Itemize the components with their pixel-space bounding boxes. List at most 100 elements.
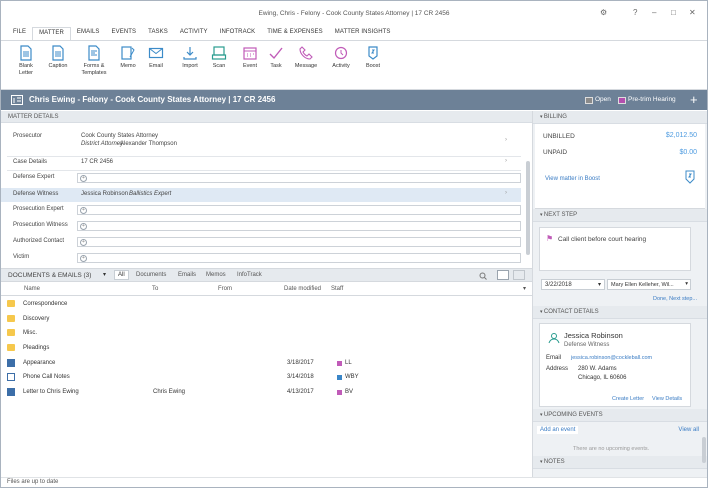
notes-heading[interactable]: ▾ NOTES <box>533 456 707 469</box>
create-letter-link[interactable]: Create Letter <box>612 396 644 402</box>
contact-email-link[interactable]: jessica.robinson@cockleball.com <box>571 355 652 361</box>
next-step-date[interactable]: 3/22/2018 ▾ <box>541 279 605 290</box>
next-step-heading[interactable]: ▾ NEXT STEP <box>533 209 707 222</box>
view-in-boost-link[interactable]: View matter in Boost <box>545 176 600 182</box>
forms-templates-button[interactable]: Forms & Templates <box>77 45 111 77</box>
folder-name: Pleadings <box>23 345 50 351</box>
matter-title: Chris Ewing - Felony - Cook County State… <box>29 95 276 104</box>
column-to[interactable]: To <box>152 286 158 292</box>
authorized-contact-field[interactable]: + <box>77 237 521 247</box>
caption-button[interactable]: Caption <box>43 45 73 70</box>
tab-matter-insights[interactable]: MATTER INSIGHTS <box>329 27 397 39</box>
tab-file[interactable]: FILE <box>7 27 32 39</box>
blank-letter-button[interactable]: Blank Letter <box>11 45 41 77</box>
filter-documents[interactable]: Documents <box>136 272 166 278</box>
tab-tasks[interactable]: TASKS <box>142 27 174 39</box>
table-row[interactable]: Appearance 3/18/2017 LL <box>7 356 531 370</box>
next-step-box[interactable]: ⚑ Call client before court hearing <box>539 227 691 271</box>
add-contact-icon[interactable]: + <box>80 207 87 214</box>
settings-icon[interactable]: ⚙ <box>600 8 607 17</box>
tab-time-expenses[interactable]: TIME & EXPENSES <box>261 27 329 39</box>
event-button[interactable]: Event <box>237 45 263 70</box>
add-event-button[interactable]: Add an event <box>537 426 579 434</box>
defense-witness-row[interactable]: Defense Witness Jessica Robinson Ballist… <box>1 188 521 202</box>
prosecutor-row[interactable]: Prosecutor Cook County States Attorney D… <box>7 133 521 157</box>
defense-expert-field[interactable]: + <box>77 173 521 183</box>
scan-button[interactable]: Scan <box>207 45 231 70</box>
folder-view-icon[interactable] <box>497 270 509 280</box>
witness-role: Ballistics Expert <box>129 191 172 197</box>
search-icon[interactable] <box>479 272 487 280</box>
folder-icon <box>7 300 15 307</box>
add-contact-icon[interactable]: + <box>80 239 87 246</box>
tab-activity[interactable]: ACTIVITY <box>174 27 214 39</box>
column-name[interactable]: Name <box>24 286 40 292</box>
assignee-select[interactable]: Mary Ellen Kelleher, Wil... ▾ <box>607 279 691 290</box>
filter-memos[interactable]: Memos <box>206 272 226 278</box>
list-view-icon[interactable] <box>513 270 525 280</box>
chevron-down-icon: ▾ <box>597 282 601 288</box>
matter-header: Chris Ewing - Felony - Cook County State… <box>1 90 532 110</box>
chevron-down-icon[interactable]: ▾ <box>103 271 106 278</box>
tab-infotrack[interactable]: INFOTRACK <box>214 27 262 39</box>
ribbon-label: Memo <box>120 63 136 69</box>
billing-heading[interactable]: ▾ BILLING <box>533 111 707 124</box>
maximize-button[interactable]: □ <box>671 8 676 17</box>
case-details-row[interactable]: Case Details 17 CR 2456 › <box>7 158 521 171</box>
prosecution-witness-field[interactable]: + <box>77 221 521 231</box>
ribbon-label: Forms & Templates <box>81 63 107 76</box>
filter-emails[interactable]: Emails <box>178 272 196 278</box>
contact-name: Jessica Robinson <box>564 331 623 340</box>
filter-infotrack[interactable]: InfoTrack <box>237 272 262 278</box>
table-row[interactable]: Phone Call Notes 3/14/2018 WBY <box>7 370 531 384</box>
boost-icon[interactable] <box>685 170 695 184</box>
file-name: Appearance <box>23 360 56 366</box>
column-date-modified[interactable]: Date modified <box>284 286 321 292</box>
close-button[interactable]: ✕ <box>689 8 696 17</box>
details-scrollbar[interactable] <box>526 161 530 255</box>
done-next-step-link[interactable]: Done, Next step... <box>653 296 697 302</box>
folder-name: Discovery <box>23 316 50 322</box>
ribbon: Blank Letter Caption Forms & Templates M… <box>1 40 707 90</box>
list-item[interactable]: Misc. <box>7 326 531 340</box>
message-button[interactable]: Message <box>291 45 321 70</box>
import-button[interactable]: Import <box>177 45 203 70</box>
list-item[interactable]: Correspondence <box>7 297 531 311</box>
column-from[interactable]: From <box>218 286 232 292</box>
filter-all[interactable]: All <box>114 270 129 280</box>
view-details-link[interactable]: View Details <box>652 396 682 402</box>
add-contact-icon[interactable]: + <box>80 255 87 262</box>
email-button[interactable]: Email <box>144 45 168 70</box>
document-icon <box>52 45 64 61</box>
field-label: Prosecution Expert <box>13 206 64 212</box>
list-item[interactable]: Discovery <box>7 312 531 326</box>
sidebar-scrollbar[interactable] <box>702 437 706 463</box>
memo-button[interactable]: Memo <box>115 45 141 70</box>
folder-name: Correspondence <box>23 301 68 307</box>
tab-matter[interactable]: MATTER <box>32 27 71 41</box>
victim-field[interactable]: + <box>77 253 521 263</box>
add-icon[interactable]: + <box>690 92 698 107</box>
view-all-events-link[interactable]: View all <box>678 427 699 433</box>
chevron-down-icon[interactable]: ▾ <box>523 285 526 292</box>
add-contact-icon[interactable]: + <box>80 223 87 230</box>
contact-details-heading[interactable]: ▾ CONTACT DETAILS <box>533 306 707 319</box>
tab-emails[interactable]: EMAILS <box>71 27 106 39</box>
ribbon-label: Boost <box>365 63 381 69</box>
word-doc-icon <box>7 388 15 396</box>
table-row[interactable]: Letter to Chris Ewing Chris Ewing 4/13/2… <box>7 385 531 399</box>
field-label: Prosecution Witness <box>13 222 68 228</box>
prosecutor-person: Alexander Thompson <box>120 141 177 147</box>
minimize-button[interactable]: – <box>652 8 656 17</box>
upcoming-events-heading[interactable]: ▾ UPCOMING EVENTS <box>533 409 707 422</box>
list-item[interactable]: Pleadings <box>7 341 531 355</box>
add-contact-icon[interactable]: + <box>80 175 87 182</box>
column-staff[interactable]: Staff <box>331 286 343 292</box>
help-icon[interactable]: ? <box>633 8 637 17</box>
activity-button[interactable]: Activity <box>327 45 355 70</box>
task-button[interactable]: Task <box>265 45 287 70</box>
tab-events[interactable]: EVENTS <box>106 27 143 39</box>
prosecutor-role: District Attorney <box>81 141 124 147</box>
boost-button[interactable]: Boost <box>361 45 385 70</box>
prosecution-expert-field[interactable]: + <box>77 205 521 215</box>
